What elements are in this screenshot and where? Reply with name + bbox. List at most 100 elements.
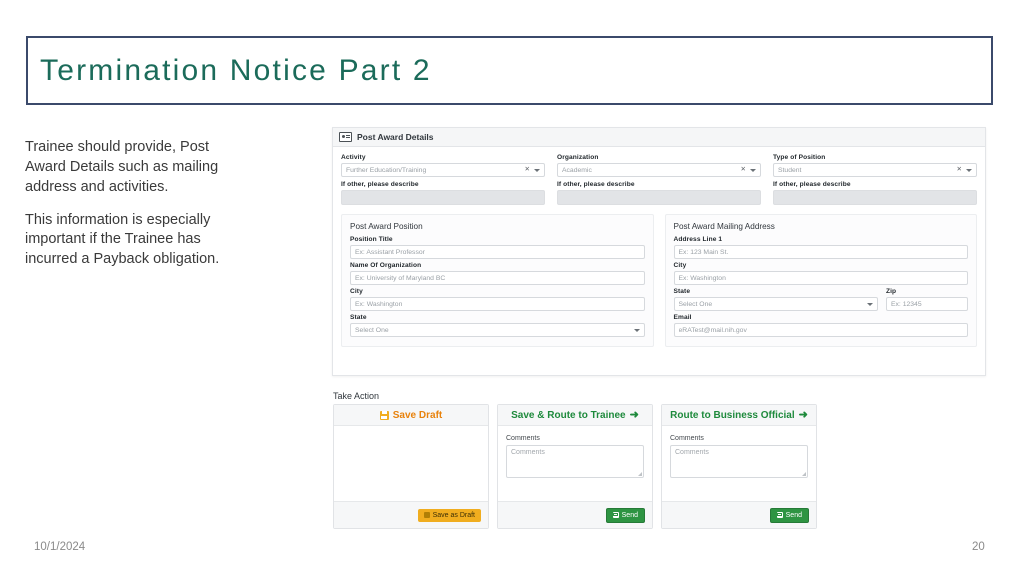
mailing-email-input[interactable]: eRATest@mail.nih.gov (673, 323, 968, 337)
type-of-position-value: Student (778, 166, 802, 174)
position-city-placeholder: Ex: Washington (355, 300, 403, 308)
mailing-city-placeholder: Ex: Washington (678, 274, 726, 282)
chevron-down-icon[interactable] (633, 328, 640, 332)
footer-date: 10/1/2024 (34, 541, 86, 553)
panel-header: Post Award Details (333, 128, 985, 147)
trainee-comments-textarea[interactable]: Comments (506, 445, 644, 478)
save-as-draft-button[interactable]: Save as Draft (417, 508, 481, 522)
organization-select[interactable]: Academic ✕ (557, 163, 761, 177)
card-save-draft[interactable]: Save Draft Save as Draft (333, 404, 489, 529)
card-route-to-trainee-header: Save & Route to Trainee ➜ (498, 405, 652, 426)
organization-other-label: If other, please describe (557, 181, 635, 188)
field-mailing-email: Email eRATest@mail.nih.gov (673, 314, 968, 337)
card-route-to-business-official[interactable]: Route to Business Official ➜ Comments Co… (661, 404, 817, 529)
post-award-position-title: Post Award Position (350, 222, 423, 231)
post-award-mailing-address-title: Post Award Mailing Address (673, 222, 775, 231)
field-mailing-city: City Ex: Washington (673, 262, 968, 285)
post-award-details-panel: Post Award Details Activity Further Educ… (332, 127, 986, 376)
organization-other-input[interactable] (557, 190, 761, 205)
sub-panels-row: Post Award Position Position Title Ex: A… (341, 214, 977, 353)
card-route-to-trainee[interactable]: Save & Route to Trainee ➜ Comments Comme… (497, 404, 653, 529)
organization-value: Academic (562, 166, 592, 174)
chevron-down-icon[interactable] (966, 168, 972, 172)
name-of-organization-placeholder: Ex: University of Maryland BC (355, 274, 446, 282)
card-route-to-business-official-title: Route to Business Official (670, 409, 795, 421)
trainee-comments-label: Comments (506, 435, 540, 442)
field-name-of-organization: Name Of Organization Ex: University of M… (350, 262, 645, 285)
position-state-select[interactable]: Select One (350, 323, 645, 337)
mailing-email-label: Email (673, 314, 692, 321)
card-save-draft-body (334, 426, 488, 501)
save-as-draft-button-label: Save as Draft (432, 511, 475, 519)
field-mailing-zip: Zip Ex: 12345 (886, 288, 968, 311)
type-of-position-select[interactable]: Student ✕ (773, 163, 977, 177)
organization-label: Organization (557, 154, 599, 161)
card-save-draft-title: Save Draft (392, 409, 443, 421)
card-route-to-trainee-footer: Send (498, 501, 652, 528)
arrow-right-icon: ➜ (798, 408, 808, 421)
mailing-state-select[interactable]: Select One (673, 297, 878, 311)
mailing-city-label: City (673, 262, 687, 269)
field-group-activity: Activity Further Education/Training ✕ If… (341, 154, 545, 205)
name-of-organization-input[interactable]: Ex: University of Maryland BC (350, 271, 645, 285)
card-save-draft-footer: Save as Draft (334, 501, 488, 528)
narrative-paragraph-1: Trainee should provide, Post Award Detai… (25, 139, 219, 195)
activity-value: Further Education/Training (346, 166, 427, 174)
position-city-input[interactable]: Ex: Washington (350, 297, 645, 311)
take-action-label: Take Action (333, 391, 380, 401)
clear-x-icon[interactable]: ✕ (741, 166, 746, 174)
position-title-placeholder: Ex: Assistant Professor (355, 248, 425, 256)
card-route-to-business-official-footer: Send (662, 501, 816, 528)
send-to-business-official-button-label: Send (785, 511, 802, 519)
chevron-down-icon[interactable] (867, 302, 873, 306)
field-group-type-of-position: Type of Position Student ✕ If other, ple… (773, 154, 977, 205)
type-of-position-other-input[interactable] (773, 190, 977, 205)
position-title-input[interactable]: Ex: Assistant Professor (350, 245, 645, 259)
field-position-state: State Select One (350, 314, 645, 337)
narrative-text: Trainee should provide, Post Award Detai… (25, 138, 230, 283)
activity-other-input[interactable] (341, 190, 545, 205)
activity-label: Activity (341, 154, 366, 161)
post-award-position-panel: Post Award Position Position Title Ex: A… (341, 214, 654, 347)
chevron-down-icon[interactable] (534, 168, 540, 172)
floppy-disk-icon (379, 410, 389, 420)
type-of-position-label: Type of Position (773, 154, 826, 161)
field-state-zip-row: State Select One Zip Ex: 12345 (673, 288, 968, 311)
position-title-label: Position Title (350, 236, 393, 243)
envelope-icon (776, 512, 783, 518)
panel-header-title: Post Award Details (357, 132, 434, 142)
panel-body: Activity Further Education/Training ✕ If… (333, 147, 985, 353)
send-to-business-official-button[interactable]: Send (769, 507, 809, 523)
page-title: Termination Notice Part 2 (40, 53, 432, 87)
send-to-trainee-button-label: Send (621, 511, 638, 519)
mailing-city-input[interactable]: Ex: Washington (673, 271, 968, 285)
envelope-icon (612, 512, 619, 518)
mailing-zip-input[interactable]: Ex: 12345 (886, 297, 968, 311)
card-route-to-trainee-title: Save & Route to Trainee (511, 409, 626, 421)
type-of-position-other-label: If other, please describe (773, 181, 851, 188)
card-route-to-business-official-header: Route to Business Official ➜ (662, 405, 816, 426)
send-to-trainee-button[interactable]: Send (605, 507, 645, 523)
position-state-label: State (350, 314, 367, 321)
address-line-1-placeholder: Ex: 123 Main St. (678, 248, 729, 256)
position-state-placeholder: Select One (355, 326, 389, 334)
business-official-comments-textarea[interactable]: Comments (670, 445, 808, 478)
id-card-icon (339, 132, 352, 142)
activity-select[interactable]: Further Education/Training ✕ (341, 163, 545, 177)
clear-x-icon[interactable]: ✕ (957, 166, 962, 174)
address-line-1-label: Address Line 1 (673, 236, 723, 243)
chevron-down-icon[interactable] (750, 168, 756, 172)
clear-x-icon[interactable]: ✕ (525, 166, 530, 174)
mailing-zip-label: Zip (886, 288, 897, 295)
field-position-city: City Ex: Washington (350, 288, 645, 311)
mailing-zip-placeholder: Ex: 12345 (891, 300, 922, 308)
field-mailing-state: State Select One (673, 288, 878, 311)
name-of-organization-label: Name Of Organization (350, 262, 422, 269)
narrative-paragraph-2: This information is especially important… (25, 211, 220, 268)
post-award-mailing-address-panel: Post Award Mailing Address Address Line … (664, 214, 977, 347)
address-line-1-input[interactable]: Ex: 123 Main St. (673, 245, 968, 259)
arrow-right-icon: ➜ (629, 408, 639, 421)
field-address-line-1: Address Line 1 Ex: 123 Main St. (673, 236, 968, 259)
card-save-draft-header: Save Draft (334, 405, 488, 426)
top-fields-row: Activity Further Education/Training ✕ If… (341, 154, 977, 205)
